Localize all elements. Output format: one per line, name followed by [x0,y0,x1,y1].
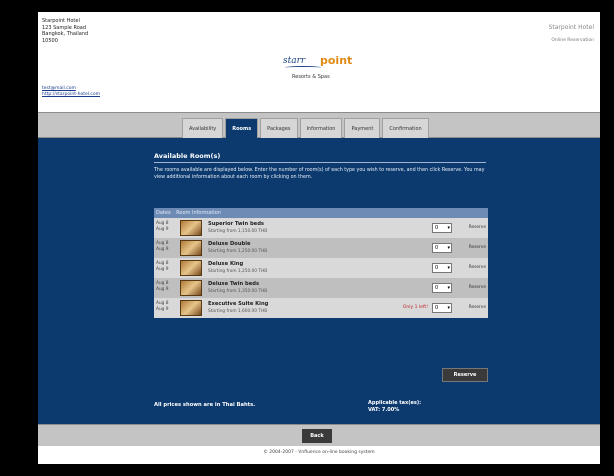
tab-rooms[interactable]: Rooms [225,118,259,138]
room-name[interactable]: Executive Suite King [208,301,268,307]
header-room-info: Room Information [176,210,221,216]
room-thumbnail[interactable] [180,280,202,296]
currency-note: All prices shown are in Thai Bahts. [154,402,256,408]
section-title: Available Room(s) [154,152,221,160]
tab-payment[interactable]: Payment [344,118,381,138]
reserve-label: Reserve [468,245,486,250]
date: Aug 9 [156,247,169,252]
date: Aug 9 [156,287,169,292]
bottom-bar: Back [38,424,600,446]
room-price: Starting from 1,350.00 THB [208,289,268,294]
room-price: Starting from 1,150.00 THB [208,229,268,234]
room-dates: Aug 8 Aug 9 [156,301,178,313]
reserve-button[interactable]: Reserve [442,368,488,382]
tab-information[interactable]: Information [299,118,343,138]
room-thumbnail[interactable] [180,300,202,316]
hotel-address: Starpoint Hotel 123 Sample Road Bangkok,… [42,18,88,44]
back-button[interactable]: Back [302,429,332,443]
room-dates: Aug 8 Aug 9 [156,241,178,253]
date: Aug 9 [156,267,169,272]
section-intro: The rooms available are displayed below.… [154,168,485,180]
page-frame: Starpoint Hotel 123 Sample Road Bangkok,… [38,12,600,464]
website-link[interactable]: http://starpoint-hotel.com [42,92,100,98]
taxes-title: Applicable tax(es): [368,400,422,406]
room-name[interactable]: Deluxe Double [208,241,251,247]
hotel-logo: starr point [283,52,363,72]
room-dates: Aug 8 Aug 9 [156,281,178,293]
room-dates: Aug 8 Aug 9 [156,221,178,233]
date: Aug 9 [156,307,169,312]
room-price: Starting from 1,250.00 THB [208,269,268,274]
room-price: Starting from 1,250.00 THB [208,249,268,254]
room-name[interactable]: Superior Twin beds [208,221,264,227]
room-price: Starting from 1,600.00 THB [208,309,268,314]
header-right: Starpoint Hotel Online Reservation [549,24,594,43]
room-thumbnail[interactable] [180,240,202,256]
room-thumbnail[interactable] [180,220,202,236]
reserve-label: Reserve [468,265,486,270]
room-name[interactable]: Deluxe Twin beds [208,281,259,287]
online-reservation-label: Online Reservation [551,38,594,43]
room-quantity-select[interactable]: 0 [432,243,452,253]
taxes-info: Applicable tax(es): VAT: 7.00% [368,400,421,413]
room-quantity-select[interactable]: 0 [432,283,452,293]
room-quantity-select[interactable]: 0 [432,223,452,233]
logo-accent: point [320,54,353,67]
copyright: © 2004-2007 - Vnfluence on-line booking … [263,450,375,455]
tab-packages[interactable]: Packages [260,118,298,138]
reserve-label: Reserve [468,305,486,310]
table-row[interactable]: Aug 8 Aug 9 Deluxe Twin beds Starting fr… [154,278,488,298]
room-quantity-select[interactable]: 0 [432,303,452,313]
address-line: 10500 [42,37,58,44]
table-row[interactable]: Aug 8 Aug 9 Deluxe Double Starting from … [154,238,488,258]
header-dates: Dates [156,210,171,216]
hotel-name: Starpoint Hotel [548,24,594,31]
rooms-table: Dates Room Information Aug 8 Aug 9 Super… [154,208,488,318]
room-name[interactable]: Deluxe King [208,261,243,267]
tab-confirmation[interactable]: Confirmation [382,118,429,138]
tagline: Resorts & Spas [292,74,330,80]
room-quantity-select[interactable]: 0 [432,263,452,273]
logo-swoosh [285,66,321,69]
taxes-value: VAT: 7.00% [368,406,400,413]
table-row[interactable]: Aug 8 Aug 9 Executive Suite King Startin… [154,298,488,318]
tab-bar: Availability Rooms Packages Information … [38,112,600,138]
date: Aug 9 [156,227,169,232]
contact-links: test@mail.com http://starpoint-hotel.com [42,86,100,97]
tab-availability[interactable]: Availability [182,118,224,138]
room-thumbnail[interactable] [180,260,202,276]
address-line: Bangkok, Thailand [42,31,89,37]
room-dates: Aug 8 Aug 9 [156,261,178,273]
rooms-left-badge: Only 1 left! [402,305,428,310]
table-header: Dates Room Information [154,208,488,218]
reserve-label: Reserve [468,285,486,290]
section-divider [154,162,486,163]
table-row[interactable]: Aug 8 Aug 9 Superior Twin beds Starting … [154,218,488,238]
main-content: Available Room(s) The rooms available ar… [38,138,600,424]
reserve-label: Reserve [468,225,486,230]
tabs: Availability Rooms Packages Information … [182,118,431,138]
logo-word: starr [283,56,306,66]
table-row[interactable]: Aug 8 Aug 9 Deluxe King Starting from 1,… [154,258,488,278]
